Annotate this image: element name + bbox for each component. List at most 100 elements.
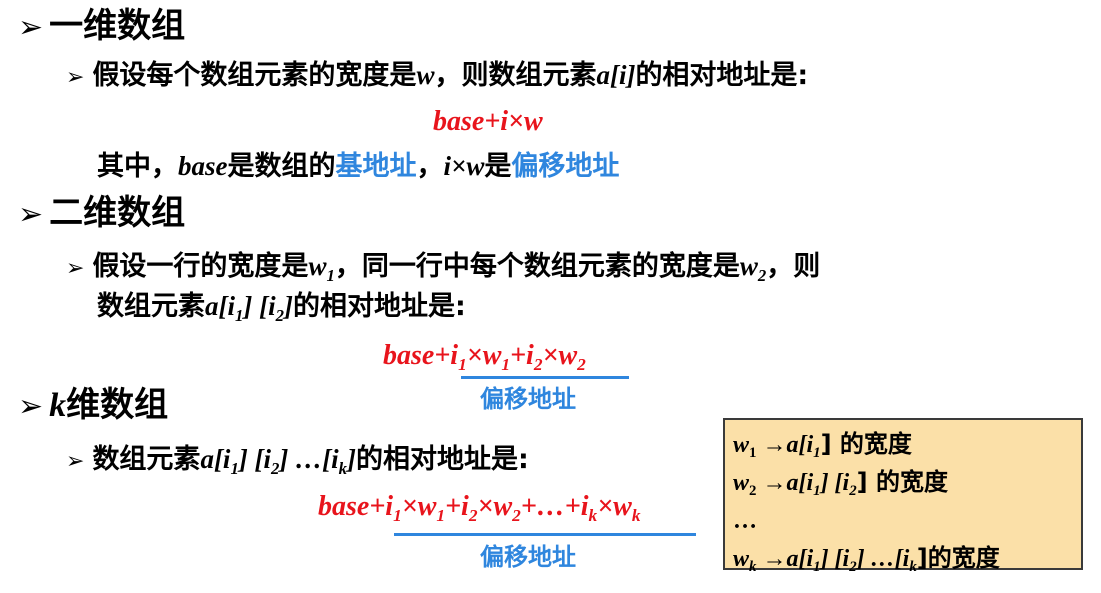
part: ] [i — [243, 291, 276, 321]
dots: … — [733, 508, 757, 534]
arrow-bullet-icon: ➢ — [66, 65, 85, 90]
part: ×w — [477, 491, 513, 522]
part: ] …[i — [279, 444, 339, 474]
part: ×w — [542, 340, 578, 371]
sub: 1 — [436, 506, 446, 526]
box-row-w1: w1 →a[i1] 的宽度 — [733, 426, 1081, 464]
text: ，同一行中每个数组元素的宽度是 — [334, 251, 740, 282]
text: ， — [416, 151, 444, 182]
elem-a-i1-ik: a[i1] [i2] …[ik] — [200, 444, 357, 477]
text: 是 — [484, 151, 512, 182]
sub: 2 — [757, 265, 767, 285]
arrow-bullet-icon: ➢ — [66, 449, 85, 474]
sub: k — [338, 458, 348, 478]
heading-2d-array: ➢ 二维数组 — [18, 193, 185, 235]
term-base-address: 基地址 — [335, 151, 417, 182]
arrow-bullet-icon: ➢ — [66, 256, 85, 281]
text: 假设每个数组元素的宽度是 — [92, 60, 417, 91]
part: +…+i — [520, 491, 589, 522]
text: ，则 — [766, 251, 821, 282]
text: 假设一行的宽度是 — [92, 251, 309, 282]
w: w — [739, 251, 758, 281]
part: base+ — [383, 340, 451, 371]
box-row-dots: … — [733, 502, 1081, 540]
part: ] …[i — [856, 546, 910, 572]
sub: 1 — [813, 445, 821, 462]
sub: 2 — [533, 355, 543, 375]
arrow-bullet-icon: ➢ — [18, 389, 44, 424]
sub: 1 — [813, 483, 821, 500]
part: a[i — [205, 291, 235, 321]
part: ×w — [597, 491, 632, 522]
w: w — [733, 546, 750, 572]
offset-label-2d: 偏移地址 — [480, 385, 576, 413]
part: ] — [347, 444, 357, 474]
elem-ai: a[i] — [596, 60, 636, 90]
sub: k — [588, 506, 598, 526]
note-1d: 其中，base是数组的基地址，i×w是偏移地址 — [97, 149, 619, 184]
w: w — [733, 432, 750, 458]
w: w — [733, 470, 750, 496]
text: 是数组的 — [227, 151, 336, 182]
sub: 1 — [230, 458, 239, 478]
part: ] [i — [820, 546, 850, 572]
bullet-1d-definition: ➢ 假设每个数组元素的宽度是w，则数组元素a[i]的相对地址是: — [66, 58, 808, 95]
part: base+ — [318, 491, 386, 522]
sub: 1 — [501, 355, 511, 375]
formula-kd: base+i1×w1+i2×w2+…+ik×wk — [318, 490, 641, 524]
elem-a-i1-i2: a[i1] [i2] — [205, 291, 293, 324]
w: w — [308, 251, 327, 281]
sub: 1 — [458, 355, 467, 375]
sub: 2 — [577, 355, 586, 375]
bullet-2d-line1: ➢ 假设一行的宽度是w1，同一行中每个数组元素的宽度是w2，则 — [66, 249, 820, 286]
sub: k — [909, 559, 917, 576]
part: ]的宽度 — [916, 544, 1000, 572]
part: ] — [283, 291, 293, 321]
arrow-bullet-icon: ➢ — [18, 10, 44, 45]
heading-1d-text: 一维数组 — [49, 6, 186, 46]
sub: k — [631, 506, 641, 526]
part: ] [i — [820, 470, 850, 496]
heading-kd-text: 维数组 — [66, 385, 169, 425]
part: ] 的宽度 — [856, 468, 948, 496]
text: ，则数组元素 — [434, 60, 597, 91]
formula-1d: base+i×w — [433, 106, 543, 137]
part: ×w — [466, 340, 502, 371]
width-explanation-box: w1 →a[i1] 的宽度 w2 →a[i1] [i2] 的宽度 … wk →a… — [723, 418, 1083, 575]
bullet-2d-line2: 数组元素a[i1] [i2]的相对地址是: — [97, 289, 466, 324]
offset-underline-2d — [461, 376, 629, 379]
arrow-bullet-icon: ➢ — [18, 197, 44, 232]
part: →a[i — [756, 432, 814, 458]
formula-2d: base+i1×w1+i2×w2 — [383, 339, 586, 373]
text: 数组元素 — [92, 444, 201, 475]
sub: 2 — [275, 305, 284, 325]
bullet-kd-line: ➢ 数组元素a[i1] [i2] …[ik]的相对地址是: — [66, 442, 529, 479]
term-offset-address: 偏移地址 — [511, 151, 620, 182]
part: +i — [510, 340, 534, 371]
text: 其中， — [97, 151, 178, 182]
part: i — [450, 340, 459, 371]
sub: 2 — [849, 559, 857, 576]
part: a[i — [200, 444, 231, 474]
box-row-w2: w2 →a[i1] [i2] 的宽度 — [733, 464, 1081, 502]
part: +i — [445, 491, 469, 522]
sub: 2 — [468, 506, 478, 526]
part: ] 的宽度 — [820, 430, 912, 458]
sub: 2 — [849, 483, 857, 500]
var-w2: w2 — [739, 251, 766, 284]
text: 的相对地址是: — [292, 291, 466, 322]
part: i — [385, 491, 394, 522]
sub: 1 — [393, 506, 402, 526]
offset-label-kd: 偏移地址 — [480, 543, 576, 571]
text: 数组元素 — [97, 291, 205, 322]
offset-underline-kd — [394, 533, 696, 536]
heading-kd-array: ➢ k维数组 — [18, 385, 168, 427]
sub: 2 — [512, 506, 521, 526]
part: →a[i — [756, 546, 814, 572]
box-row-wk: wk →a[i1] [i2] …[ik]的宽度 — [733, 540, 1081, 578]
heading-1d-array: ➢ 一维数组 — [18, 6, 185, 48]
part: →a[i — [756, 470, 814, 496]
var-base: base — [178, 151, 228, 181]
sub: 1 — [326, 265, 335, 285]
part: ×w — [401, 491, 437, 522]
